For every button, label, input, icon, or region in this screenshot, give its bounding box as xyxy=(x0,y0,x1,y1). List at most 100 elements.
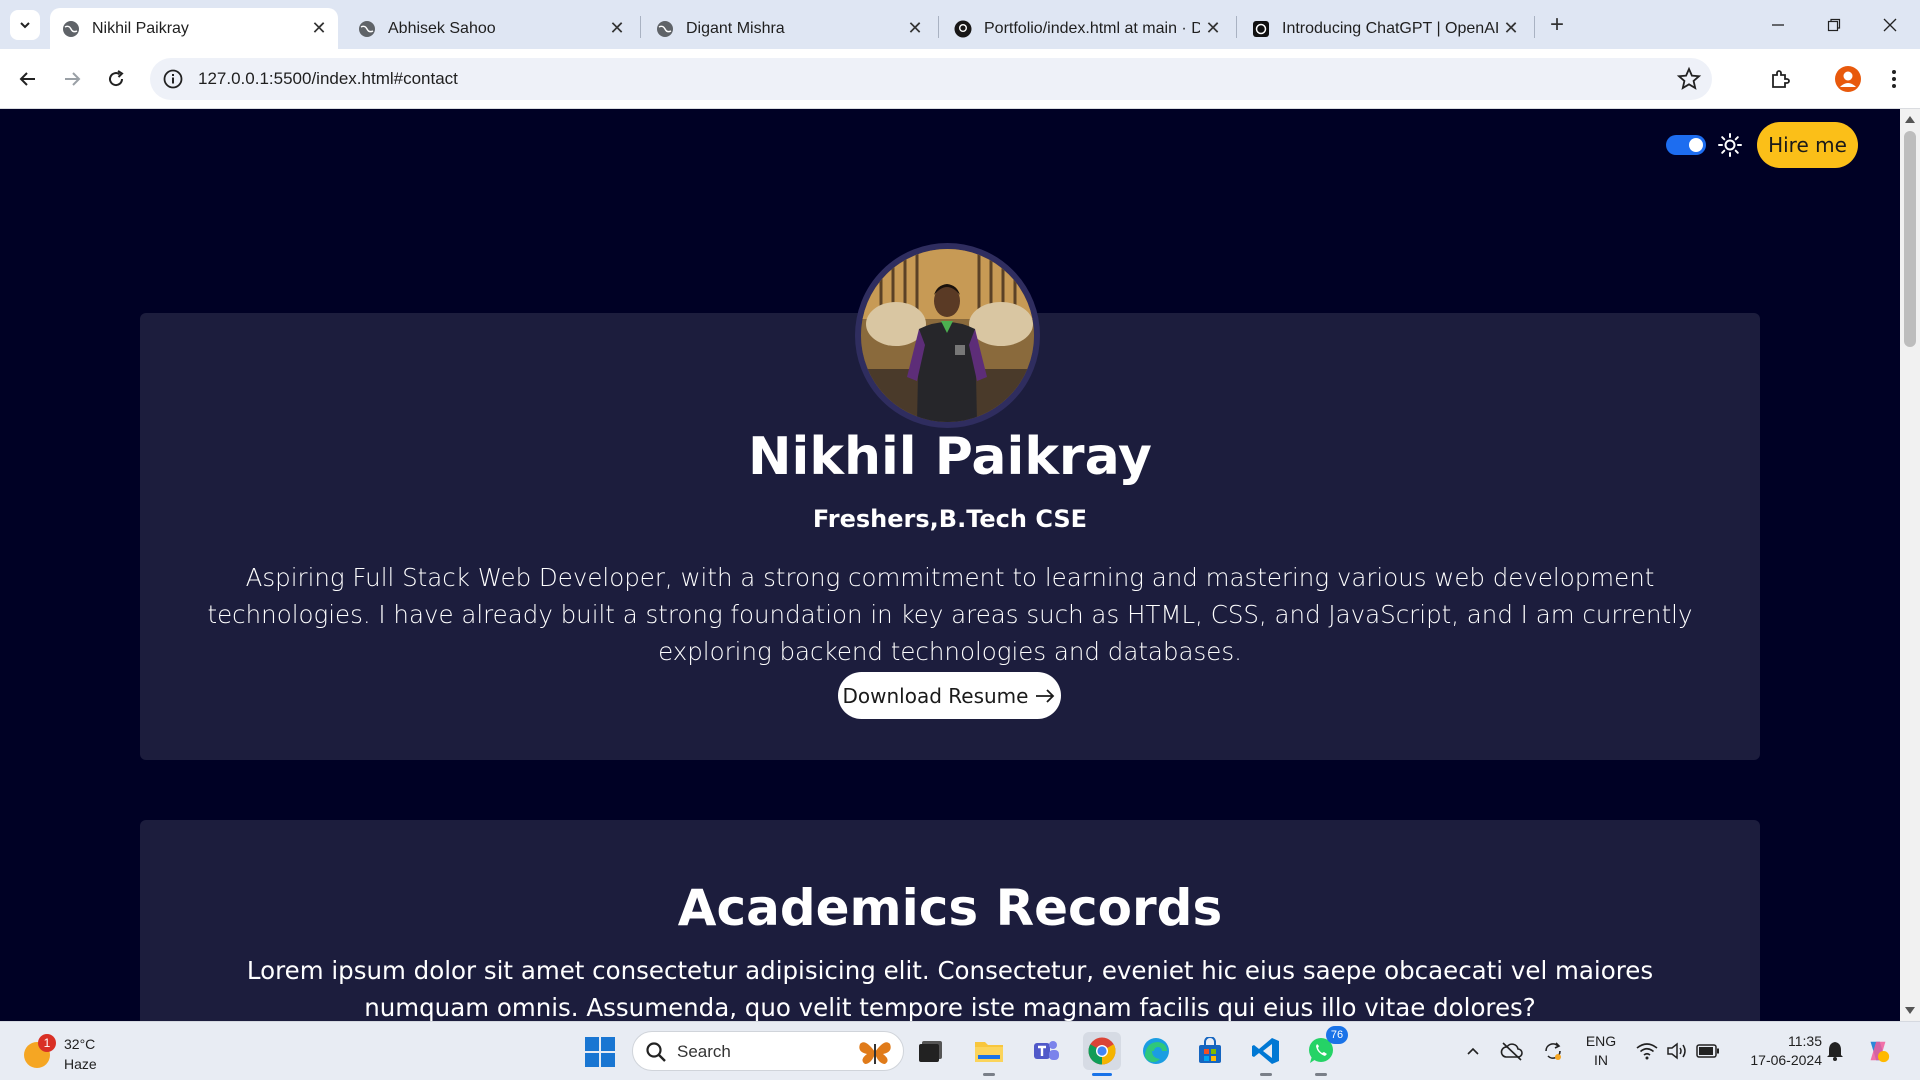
download-resume-button[interactable]: Download Resume xyxy=(838,672,1061,719)
weather-widget[interactable]: 1 32°C Haze xyxy=(20,1030,120,1074)
browser-menu-button[interactable] xyxy=(1878,63,1910,95)
task-view-icon xyxy=(919,1041,942,1062)
windows-logo-tile xyxy=(585,1037,599,1051)
scroll-down-icon[interactable] xyxy=(1905,1007,1915,1014)
taskbar-vscode[interactable] xyxy=(1247,1032,1285,1076)
tray-wifi[interactable] xyxy=(1634,1038,1660,1064)
tray-sync[interactable] xyxy=(1540,1038,1566,1064)
input-language[interactable]: ENG IN xyxy=(1584,1032,1618,1070)
taskbar-edge[interactable] xyxy=(1137,1032,1175,1070)
download-resume-label: Download Resume xyxy=(842,683,1029,708)
tab-separator xyxy=(1534,16,1535,38)
chevron-up-icon xyxy=(1467,1047,1479,1055)
tab-title: Digant Mishra xyxy=(686,19,785,37)
vscode-icon xyxy=(1252,1038,1279,1064)
start-button[interactable] xyxy=(585,1037,615,1067)
taskbar-teams[interactable] xyxy=(1027,1032,1065,1070)
page-scrollbar[interactable] xyxy=(1900,109,1920,1021)
tray-volume[interactable] xyxy=(1664,1038,1690,1064)
taskbar-file-explorer[interactable] xyxy=(970,1032,1008,1076)
site-info-icon[interactable] xyxy=(162,68,184,90)
tray-copilot[interactable] xyxy=(1865,1038,1891,1064)
tab-portfolio-github[interactable]: Portfolio/index.html at main · D ✕ xyxy=(942,8,1232,49)
reload-icon xyxy=(109,70,124,87)
store-icon xyxy=(1199,1037,1221,1063)
close-icon[interactable]: ✕ xyxy=(604,16,630,42)
taskbar-store[interactable] xyxy=(1191,1032,1229,1070)
taskbar-chrome[interactable] xyxy=(1083,1032,1121,1076)
sync-icon xyxy=(1545,1042,1561,1060)
extensions-button[interactable] xyxy=(1764,63,1796,95)
tab-abhisek-sahoo[interactable]: Abhisek Sahoo ✕ xyxy=(346,8,636,49)
arrow-left-icon xyxy=(19,72,35,86)
close-window-button[interactable] xyxy=(1862,0,1918,49)
profile-subtitle: Freshers,B.Tech CSE xyxy=(812,505,1088,533)
tray-battery[interactable] xyxy=(1695,1038,1721,1064)
search-icon xyxy=(646,1042,666,1062)
running-indicator xyxy=(1260,1073,1272,1076)
scrollbar-thumb[interactable] xyxy=(1904,131,1916,347)
toggle-knob xyxy=(1689,138,1703,152)
close-icon[interactable]: ✕ xyxy=(902,16,928,42)
scroll-up-icon[interactable] xyxy=(1905,116,1915,123)
taskbar-search[interactable]: Search xyxy=(632,1031,904,1071)
browser-tab-bar: Nikhil Paikray ✕ Abhisek Sahoo ✕ Digant … xyxy=(0,0,1920,49)
teams-icon xyxy=(1034,1041,1059,1060)
close-icon[interactable]: ✕ xyxy=(306,16,332,42)
battery-icon xyxy=(1696,1044,1719,1058)
back-button[interactable] xyxy=(12,63,44,95)
running-indicator xyxy=(1092,1073,1112,1076)
github-icon xyxy=(954,20,972,37)
tray-notifications[interactable] xyxy=(1822,1038,1848,1064)
restore-button[interactable] xyxy=(1806,0,1862,49)
close-icon xyxy=(1883,18,1897,31)
language-code: ENG xyxy=(1585,1033,1617,1049)
bookmark-star-icon[interactable] xyxy=(1676,66,1702,92)
chrome-icon xyxy=(1088,1037,1116,1065)
browser-toolbar: 127.0.0.1:5500/index.html#contact xyxy=(0,49,1920,109)
tab-chatgpt[interactable]: Introducing ChatGPT | OpenAI ✕ xyxy=(1240,8,1530,49)
taskbar-clock[interactable]: 11:35 17-06-2024 xyxy=(1732,1032,1822,1070)
windows-logo-tile xyxy=(601,1037,615,1051)
arrow-right-icon xyxy=(1036,688,1055,703)
page-viewport: Hire me Nikhil Paikray Freshers,B.Tech C… xyxy=(0,109,1900,1021)
globe-icon xyxy=(359,20,375,37)
windows-logo-tile xyxy=(585,1053,599,1067)
taskbar-whatsapp[interactable]: 76 xyxy=(1302,1026,1348,1076)
taskbar-task-view[interactable] xyxy=(912,1032,950,1070)
tab-nikhil-paikray[interactable]: Nikhil Paikray ✕ xyxy=(50,8,338,49)
theme-toggle[interactable] xyxy=(1666,135,1706,155)
butterfly-icon xyxy=(859,1042,891,1064)
tab-search-button[interactable] xyxy=(10,10,40,40)
tab-digant-mishra[interactable]: Digant Mishra ✕ xyxy=(644,8,934,49)
profile-bio: Aspiring Full Stack Web Developer, with … xyxy=(207,563,1693,666)
minimize-button[interactable] xyxy=(1750,0,1806,49)
language-region: IN xyxy=(1594,1052,1608,1068)
url-text[interactable]: 127.0.0.1:5500/index.html#contact xyxy=(198,69,458,89)
wifi-icon xyxy=(1636,1043,1658,1060)
profile-button[interactable] xyxy=(1832,63,1864,95)
tray-overflow-button[interactable] xyxy=(1460,1038,1486,1064)
openai-icon xyxy=(1253,20,1269,37)
hire-me-button[interactable]: Hire me xyxy=(1757,122,1858,168)
windows-logo-tile xyxy=(601,1053,615,1067)
edge-icon xyxy=(1143,1038,1169,1064)
tray-onedrive[interactable] xyxy=(1499,1038,1525,1064)
tab-title: Abhisek Sahoo xyxy=(388,19,496,37)
close-icon[interactable]: ✕ xyxy=(1200,16,1226,42)
weather-condition: Haze xyxy=(64,1056,97,1072)
tab-separator xyxy=(1236,16,1237,38)
address-bar[interactable]: 127.0.0.1:5500/index.html#contact xyxy=(150,58,1712,100)
sun-icon[interactable] xyxy=(1717,132,1743,158)
cloud-offline-icon xyxy=(1500,1042,1523,1061)
running-indicator xyxy=(1315,1073,1327,1076)
close-icon[interactable]: ✕ xyxy=(1498,16,1524,42)
volume-icon xyxy=(1667,1042,1686,1060)
puzzle-icon xyxy=(1772,70,1790,88)
profile-photo xyxy=(855,243,1040,428)
new-tab-button[interactable]: + xyxy=(1542,10,1572,40)
forward-button[interactable] xyxy=(56,63,88,95)
reload-button[interactable] xyxy=(100,63,132,95)
tab-title: Nikhil Paikray xyxy=(92,19,189,37)
copilot-icon xyxy=(1870,1041,1890,1063)
